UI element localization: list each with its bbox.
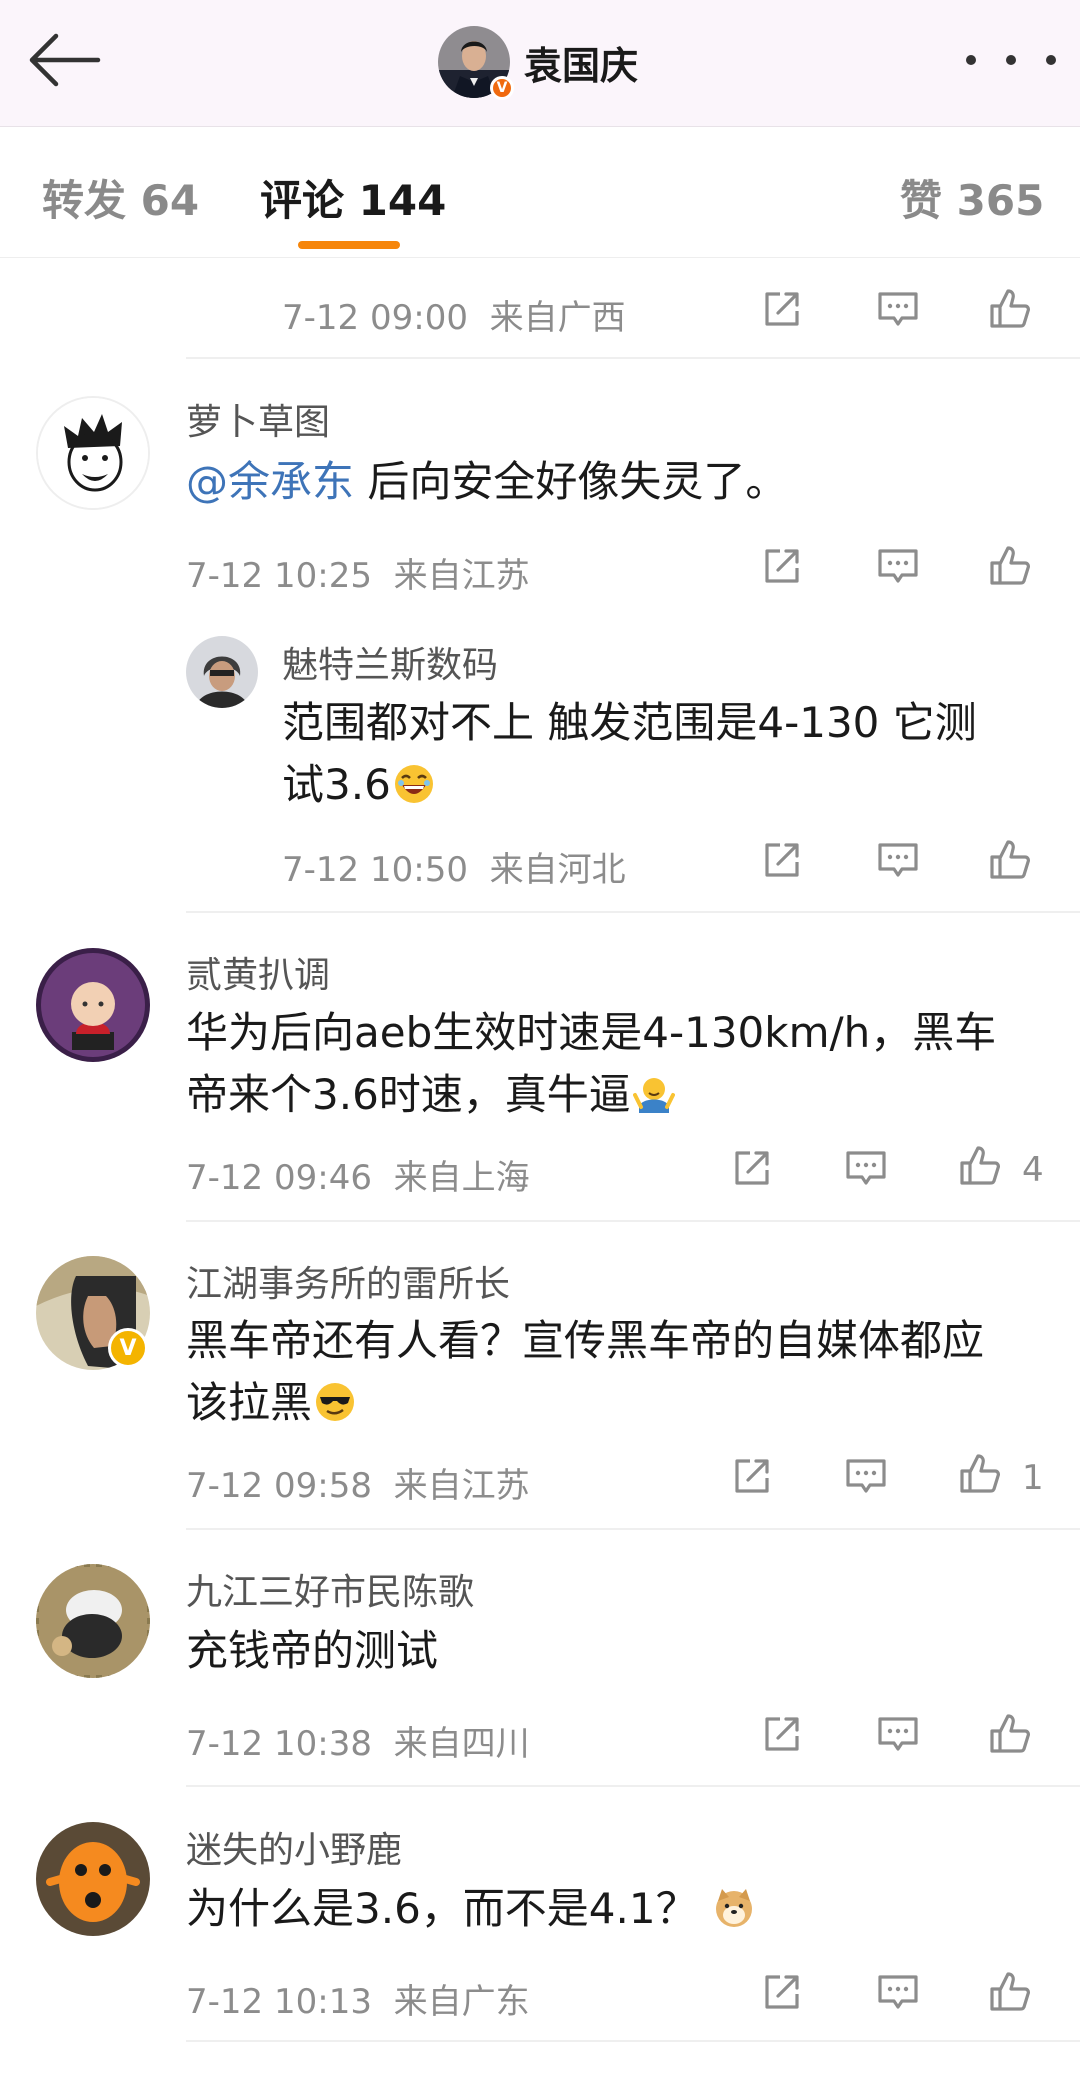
avatar[interactable]: [186, 636, 258, 708]
comment-meta: 7-12 10:38 来自四川: [186, 1716, 530, 1765]
comment-meta: 7-12 10:13 来自广东: [186, 1974, 530, 2023]
like-icon[interactable]: [986, 285, 1034, 333]
share-icon[interactable]: [758, 542, 806, 590]
author-info[interactable]: V 袁国庆: [438, 24, 638, 100]
share-icon[interactable]: [758, 285, 806, 333]
top-bar: V 袁国庆: [0, 0, 1080, 127]
mention-link[interactable]: @余承东: [186, 457, 354, 506]
comment-username[interactable]: 萝卜草图: [186, 393, 330, 445]
comment-location: 来自广西: [489, 298, 626, 338]
comment-username[interactable]: 江湖事务所的雷所长: [186, 1255, 510, 1307]
reply-icon[interactable]: [874, 836, 922, 884]
comment-meta: 7-12 09:46 来自上海: [186, 1150, 530, 1199]
active-tab-indicator: [298, 241, 400, 249]
share-icon[interactable]: [758, 1968, 806, 2016]
tab-bar: 转发 64 评论 144 赞 365: [0, 127, 1080, 258]
comment-text-line: 该拉黑: [186, 1372, 1066, 1434]
divider: [186, 1220, 1080, 1222]
share-icon[interactable]: [728, 1452, 776, 1500]
like-count: 4: [1022, 1150, 1044, 1190]
avatar[interactable]: [36, 948, 150, 1062]
reply-text: 范围都对不上 触发范围是4-130 它测 试3.6: [282, 692, 1062, 816]
reply-time: 7-12 10:50: [282, 850, 468, 890]
comment-text: 黑车帝还有人看？宣传黑车帝的自媒体都应 该拉黑: [186, 1310, 1066, 1434]
doge-emoji-icon: [715, 1889, 752, 1927]
share-icon[interactable]: [758, 1710, 806, 1758]
comment-username[interactable]: 贰黄扒调: [186, 946, 330, 998]
comment-text-line: 华为后向aeb生效时速是4-130km/h，黑车: [186, 1008, 997, 1057]
comment-username[interactable]: 九江三好市民陈歌: [186, 1563, 474, 1615]
divider: [186, 1528, 1080, 1530]
comment-username[interactable]: 迷失的小野鹿: [186, 1821, 402, 1873]
shrug-emoji-icon: [632, 1078, 675, 1113]
reply-text-line: 试3.6: [282, 754, 1062, 816]
reply-location: 来自河北: [489, 850, 626, 890]
verified-badge-icon: V: [490, 76, 514, 100]
like-count: 1: [1022, 1458, 1044, 1498]
comment-text: @余承东 后向安全好像失灵了。: [186, 451, 1046, 513]
comment-location: 来自上海: [393, 1158, 530, 1198]
comment-text-line: 黑车帝还有人看？宣传黑车帝的自媒体都应: [186, 1316, 985, 1365]
divider: [186, 1785, 1080, 1787]
comment-location: 来自广东: [393, 1982, 530, 2022]
share-icon[interactable]: [758, 836, 806, 884]
reply-icon[interactable]: [842, 1452, 890, 1500]
comment-meta: 7-12 09:00 来自广西: [282, 290, 626, 339]
like-icon[interactable]: [986, 836, 1034, 884]
comment-meta: 7-12 09:58 来自江苏: [186, 1458, 530, 1507]
comment-time: 7-12 09:58: [186, 1466, 372, 1506]
like-icon[interactable]: [986, 1710, 1034, 1758]
back-arrow-icon[interactable]: [24, 30, 104, 90]
divider: [186, 357, 1080, 359]
comment-meta: 7-12 10:25 来自江苏: [186, 548, 530, 597]
avatar[interactable]: [36, 1564, 150, 1678]
comment-time: 7-12 09:00: [282, 298, 468, 338]
author-avatar[interactable]: V: [438, 26, 514, 100]
avatar[interactable]: [36, 1822, 150, 1936]
comment-body: 后向安全好像失灵了。: [354, 457, 788, 506]
avatar[interactable]: [36, 396, 150, 510]
divider: [186, 2040, 1080, 2042]
comment-time: 7-12 10:25: [186, 556, 372, 596]
tab-reposts[interactable]: 转发 64: [42, 167, 199, 228]
comment-text: 充钱帝的测试: [186, 1626, 439, 1675]
reply-username[interactable]: 魅特兰斯数码: [282, 636, 498, 688]
comment-time: 7-12 09:46: [186, 1158, 372, 1198]
comment-text-line2: 该拉黑: [186, 1378, 313, 1427]
reply-text-line: 范围都对不上 触发范围是4-130 它测: [282, 698, 977, 747]
verified-badge-icon: V: [108, 1328, 148, 1368]
reply-icon[interactable]: [842, 1144, 890, 1192]
reply-text-line2: 试3.6: [282, 760, 391, 809]
like-icon[interactable]: [956, 1450, 1004, 1498]
divider: [186, 911, 1080, 913]
comment-text: 华为后向aeb生效时速是4-130km/h，黑车 帝来个3.6时速，真牛逼: [186, 1002, 1066, 1126]
comment-text: 为什么是3.6，而不是4.1？: [186, 1878, 1046, 1940]
comment-body: 为什么是3.6，而不是4.1？: [186, 1884, 698, 1933]
more-options-icon[interactable]: [966, 40, 1056, 80]
laughing-emoji-icon: [394, 765, 433, 803]
author-name: 袁国庆: [524, 43, 639, 88]
reply-icon[interactable]: [874, 285, 922, 333]
comment-text-line2: 帝来个3.6时速，真牛逼: [186, 1070, 631, 1119]
reply-meta: 7-12 10:50 来自河北: [282, 842, 626, 891]
comment-location: 来自江苏: [393, 1466, 530, 1506]
reply-icon[interactable]: [874, 1968, 922, 2016]
reply-icon[interactable]: [874, 542, 922, 590]
comment-location: 来自江苏: [393, 556, 530, 596]
comment-text-line: 帝来个3.6时速，真牛逼: [186, 1064, 1066, 1126]
cool-sunglasses-emoji-icon: [316, 1383, 355, 1421]
comment-time: 7-12 10:13: [186, 1982, 372, 2022]
share-icon[interactable]: [728, 1144, 776, 1192]
like-icon[interactable]: [986, 1968, 1034, 2016]
comment-time: 7-12 10:38: [186, 1724, 372, 1764]
like-icon[interactable]: [986, 542, 1034, 590]
like-icon[interactable]: [956, 1142, 1004, 1190]
tab-comments[interactable]: 评论 144: [260, 167, 446, 228]
comment-location: 来自四川: [393, 1724, 530, 1764]
reply-icon[interactable]: [874, 1710, 922, 1758]
tab-likes[interactable]: 赞 365: [900, 167, 1044, 228]
